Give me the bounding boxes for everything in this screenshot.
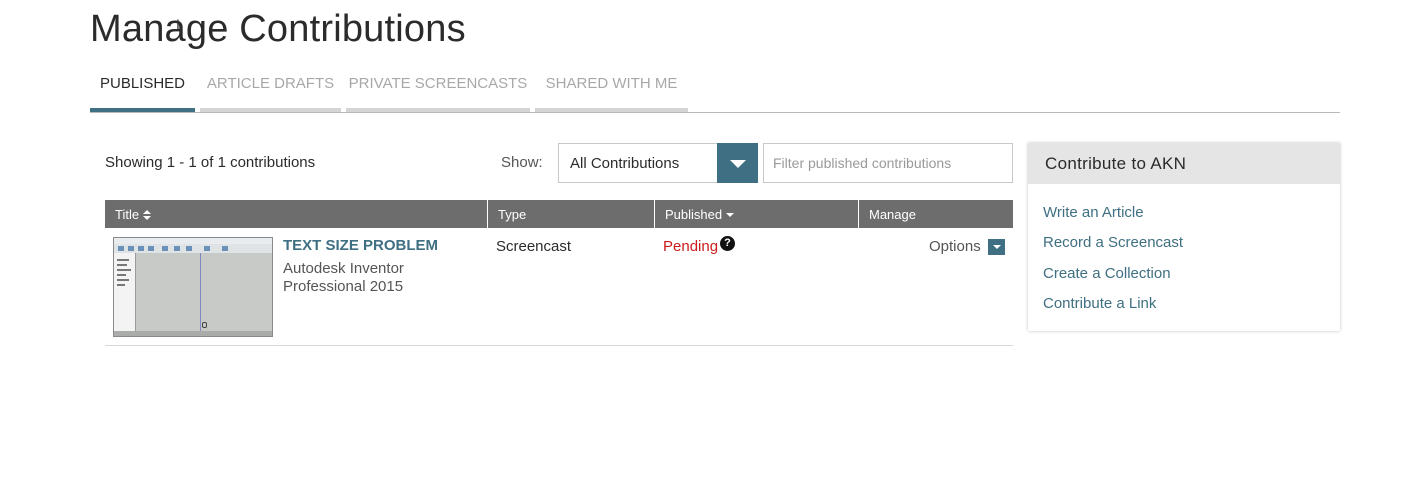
sort-desc-icon <box>726 213 735 217</box>
contribution-title-link[interactable]: TEXT SIZE PROBLEM <box>283 237 438 254</box>
screencast-thumbnail[interactable] <box>113 237 273 337</box>
record-screencast-link[interactable]: Record a Screencast <box>1043 234 1183 251</box>
options-caret-icon[interactable] <box>988 239 1005 255</box>
column-published-label: Published <box>665 207 723 222</box>
column-type[interactable]: Type <box>488 200 655 228</box>
table-header: Title Type Published Manage <box>105 200 1013 228</box>
column-manage-label: Manage <box>869 207 916 222</box>
select-value: All Contributions <box>570 155 680 172</box>
results-count: Showing 1 - 1 of 1 contributions <box>105 154 316 171</box>
table-row: TEXT SIZE PROBLEM Autodesk Inventor Prof… <box>105 228 1013 346</box>
page-title: Manage Contributions <box>90 8 466 50</box>
options-button[interactable]: Options <box>929 238 981 255</box>
column-published[interactable]: Published <box>655 200 859 228</box>
contribution-tabs: PUBLISHED ARTICLE DRAFTS PRIVATE SCREENC… <box>90 64 1340 113</box>
column-type-label: Type <box>498 207 527 222</box>
filter-input[interactable] <box>763 143 1013 183</box>
tab-article-drafts[interactable]: ARTICLE DRAFTS <box>200 64 341 112</box>
tab-shared-with-me[interactable]: SHARED WITH ME <box>535 64 688 112</box>
column-manage: Manage <box>859 200 1013 228</box>
tab-private-screencasts[interactable]: PRIVATE SCREENCASTS <box>346 64 530 112</box>
column-title-label: Title <box>115 207 140 222</box>
text-cursor-icon: I <box>176 16 180 32</box>
show-label: Show: <box>501 154 543 171</box>
tab-published[interactable]: PUBLISHED <box>90 64 195 112</box>
contribution-type: Screencast <box>496 238 572 255</box>
write-article-link[interactable]: Write an Article <box>1043 204 1144 221</box>
sort-icon <box>143 210 152 220</box>
caret-down-icon[interactable] <box>717 143 758 183</box>
contribute-link-link[interactable]: Contribute a Link <box>1043 295 1156 312</box>
column-title[interactable]: Title <box>105 200 488 228</box>
contribute-panel: Contribute to AKN Write an Article Recor… <box>1028 143 1340 331</box>
contribution-filter-select[interactable]: All Contributions <box>558 143 758 183</box>
status-badge: Pending <box>663 238 719 255</box>
question-circle-icon[interactable]: ? <box>720 236 735 251</box>
contribute-panel-title: Contribute to AKN <box>1028 143 1340 184</box>
contribution-product: Autodesk Inventor Professional 2015 <box>283 260 404 295</box>
create-collection-link[interactable]: Create a Collection <box>1043 265 1171 282</box>
